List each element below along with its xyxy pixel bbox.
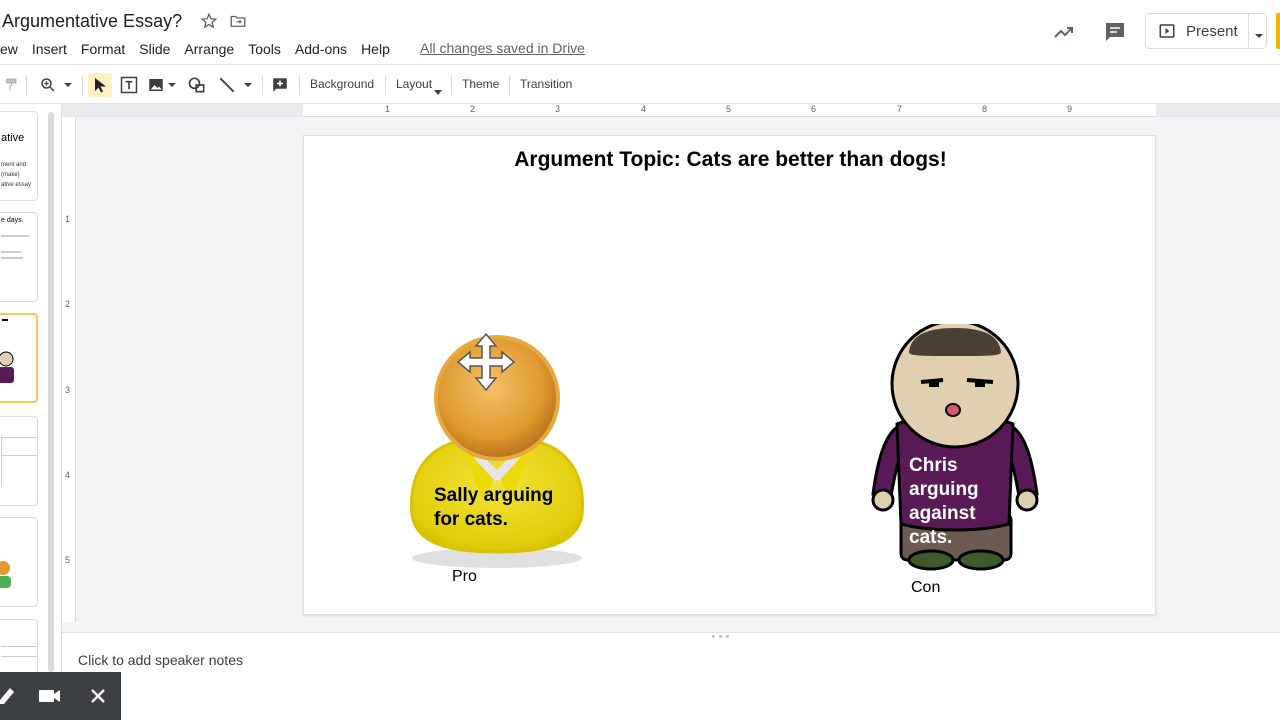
filmstrip-scrollbar[interactable] [48, 112, 54, 672]
save-status-link[interactable]: All changes saved in Drive [420, 40, 585, 56]
notes-resize-handle[interactable] [62, 632, 1280, 640]
slide-thumbnail-selected[interactable] [0, 313, 38, 403]
toolbar-separator [385, 75, 386, 95]
menu-insert[interactable]: Insert [32, 41, 67, 57]
menu-bar: ew Insert Format Slide Arrange Tools Add… [0, 38, 404, 60]
image-dropdown-icon[interactable] [164, 73, 180, 97]
present-button[interactable]: Present [1145, 13, 1267, 49]
thumb-title: e days. [1, 217, 24, 224]
text-box-icon[interactable] [117, 73, 141, 97]
layout-dropdown-icon[interactable] [434, 82, 442, 100]
slide-canvas[interactable]: Argument Topic: Cats are better than dog… [303, 135, 1156, 615]
toolbar-separator [509, 75, 510, 95]
slide-thumbnail[interactable] [0, 517, 38, 607]
present-divider [1248, 14, 1249, 48]
present-slide-icon [1158, 22, 1176, 40]
present-label: Present [1186, 22, 1238, 40]
con-caption[interactable]: Con [911, 579, 940, 597]
thumb-figure-icon [0, 558, 19, 597]
zoom-icon[interactable] [36, 73, 60, 97]
menu-addons[interactable]: Add-ons [295, 41, 347, 57]
toolbar-separator [299, 75, 300, 95]
toolbar-separator [262, 75, 263, 95]
vertical-ruler[interactable]: 1 2 3 4 5 [62, 117, 76, 622]
menu-help[interactable]: Help [361, 41, 390, 57]
menu-tools[interactable]: Tools [248, 41, 281, 57]
slide-thumbnail[interactable] [0, 416, 38, 506]
top-bar: Argumentative Essay? ew Insert Format Sl… [0, 0, 1280, 64]
toolbar: Background Layout Theme Transition [0, 64, 1280, 104]
pen-icon[interactable] [0, 686, 14, 711]
transition-button[interactable]: Transition [520, 77, 572, 91]
slide-thumbnail[interactable]: ative ment and (make) ative essay [0, 111, 38, 201]
slide-thumbnail[interactable]: e days. [0, 212, 38, 302]
line-dropdown-icon[interactable] [240, 73, 256, 97]
horizontal-ruler[interactable]: 1 2 3 4 5 6 7 8 9 [303, 104, 1156, 117]
con-figure-text[interactable]: Chris arguing against cats. [909, 454, 1009, 550]
speaker-notes-placeholder[interactable]: Click to add speaker notes [78, 652, 243, 668]
select-cursor-icon[interactable] [88, 73, 112, 97]
toolbar-separator [26, 75, 27, 95]
paint-format-icon[interactable] [0, 73, 24, 97]
thumb-title: ative [1, 132, 25, 144]
menu-slide[interactable]: Slide [139, 41, 170, 57]
background-button[interactable]: Background [310, 77, 374, 91]
share-button-edge[interactable] [1276, 13, 1280, 49]
slide-filmstrip: ative ment and (make) ative essay e days… [0, 104, 62, 720]
thumb-figure-icon [0, 351, 20, 396]
pro-caption[interactable]: Pro [452, 568, 477, 586]
recording-controls [0, 672, 121, 720]
layout-button[interactable]: Layout [396, 77, 432, 91]
speaker-notes-panel[interactable]: Click to add speaker notes [62, 640, 1280, 720]
menu-format[interactable]: Format [81, 41, 125, 57]
ruler-margin [62, 104, 303, 117]
toolbar-separator [451, 75, 452, 95]
theme-button[interactable]: Theme [462, 77, 499, 91]
camera-icon[interactable] [38, 686, 62, 711]
menu-view[interactable]: ew [0, 41, 18, 57]
close-icon[interactable] [88, 686, 108, 711]
document-title[interactable]: Argumentative Essay? [2, 11, 182, 32]
menu-arrange[interactable]: Arrange [184, 41, 234, 57]
slide-title[interactable]: Argument Topic: Cats are better than dog… [304, 148, 1157, 172]
move-to-folder-icon[interactable] [229, 12, 249, 32]
comments-icon[interactable] [1103, 20, 1127, 49]
present-dropdown-icon[interactable] [1254, 27, 1264, 45]
zoom-dropdown-icon[interactable] [60, 73, 76, 97]
pro-figure-text[interactable]: Sally arguing for cats. [434, 484, 564, 532]
shape-icon[interactable] [185, 73, 209, 97]
move-cursor-icon [456, 332, 516, 397]
thumb-text: ment and (make) ative essay [1, 162, 32, 188]
line-icon[interactable] [215, 73, 239, 97]
activity-trend-icon[interactable] [1052, 20, 1076, 49]
toolbar-separator [82, 75, 83, 95]
star-icon[interactable] [200, 12, 220, 32]
ruler-margin [1156, 104, 1280, 117]
new-comment-icon[interactable] [268, 73, 292, 97]
